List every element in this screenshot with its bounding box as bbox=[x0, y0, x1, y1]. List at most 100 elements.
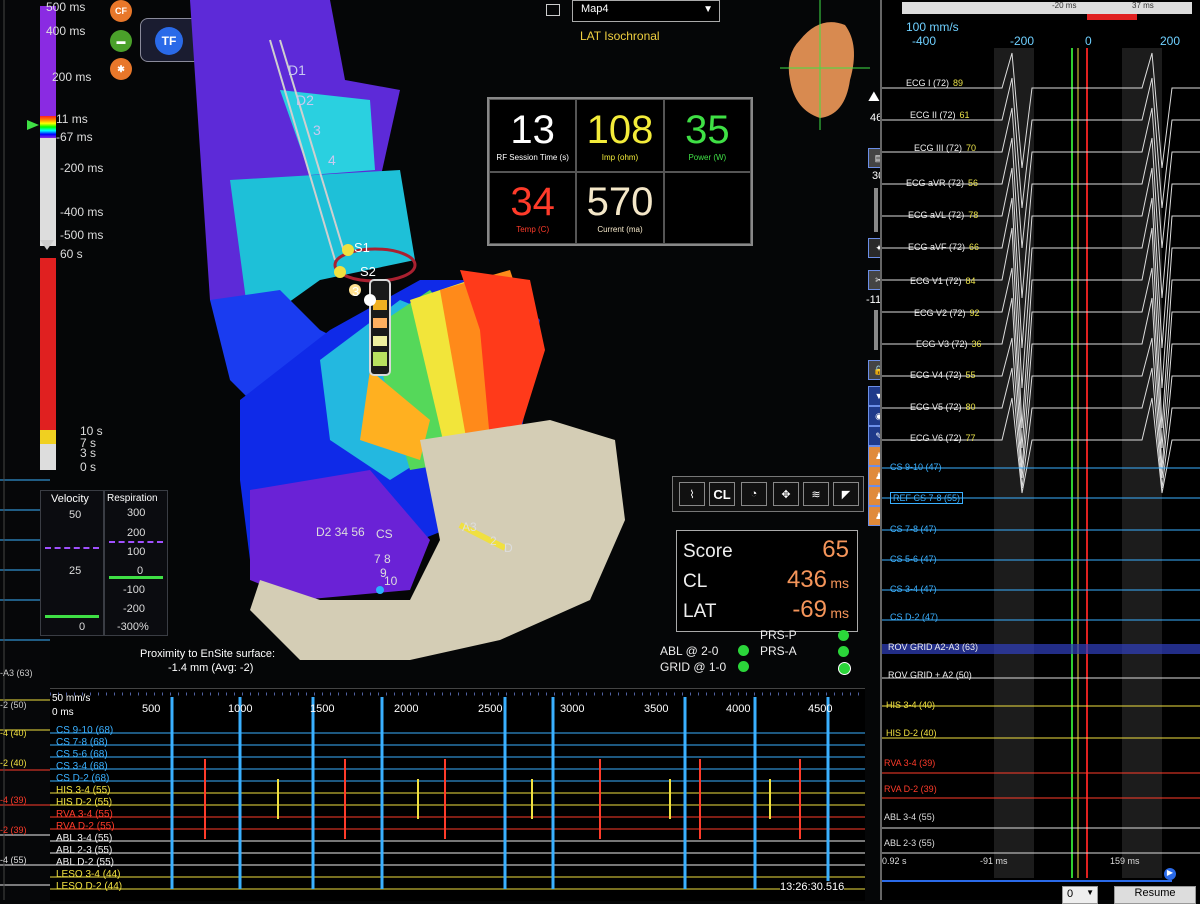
right-channel: CS 9-10 (47) bbox=[890, 462, 942, 472]
strip-zero: 0 ms bbox=[52, 707, 74, 718]
score-panel: Score 65 CL 436 ms LAT -69 ms bbox=[676, 530, 858, 632]
strip-tick: 4000 bbox=[726, 703, 751, 715]
velocity-title: Velocity bbox=[51, 493, 89, 505]
right-tick: 0 bbox=[1085, 34, 1092, 48]
strip-channel: CS 7-8 (68) bbox=[56, 737, 108, 748]
resp-tick: 100 bbox=[127, 546, 146, 558]
marker-label: -20 ms bbox=[1052, 1, 1077, 10]
strip-channel: RVA D-2 (55) bbox=[56, 821, 115, 832]
zoom-slider[interactable] bbox=[874, 188, 878, 232]
map-select[interactable]: Map4 ▼ bbox=[572, 0, 720, 22]
resume-button[interactable]: Resume bbox=[1114, 886, 1196, 904]
right-egm-panel: -20 ms 37 ms 100 mm/s -400 -200 0 200 EC… bbox=[880, 0, 1200, 904]
map-label: D bbox=[504, 541, 513, 555]
rf-empty-cell bbox=[663, 171, 751, 244]
right-channel: ABL 3-4 (55) bbox=[884, 812, 935, 822]
waveform-icon[interactable]: ⌇ bbox=[679, 482, 705, 506]
interval-2: 159 ms bbox=[1110, 856, 1140, 866]
far-left-label: -4 (39) bbox=[0, 795, 27, 805]
strip-channel: LESO D-2 (44) bbox=[56, 881, 123, 892]
score-value: 65 bbox=[822, 536, 849, 563]
scale-tick: 200 ms bbox=[52, 70, 92, 84]
far-left-label: -2 (39) bbox=[0, 825, 27, 835]
cl-icon[interactable]: CL bbox=[709, 482, 735, 506]
right-channel: ABL 2-3 (55) bbox=[884, 838, 935, 848]
rf-current: 570 Current (ma) bbox=[576, 171, 664, 244]
cl-value: 436 bbox=[786, 566, 827, 593]
strip-channel: ABL 3-4 (55) bbox=[56, 833, 113, 844]
refresh-icon[interactable] bbox=[838, 662, 851, 675]
rf-temperature: 34 Temp (C) bbox=[489, 171, 577, 244]
resp-tick: 300 bbox=[127, 507, 146, 519]
score-label: Score bbox=[683, 541, 733, 562]
ecg-label: ECG V1 (72) 84 bbox=[910, 276, 976, 286]
ecg-label: ECG V6 (72) 77 bbox=[910, 433, 976, 443]
tool-grid-icon[interactable]: ▬ bbox=[110, 30, 132, 52]
scroll-track[interactable] bbox=[882, 872, 1172, 882]
prs-a-status: PRS-A bbox=[760, 644, 797, 658]
prs-a-dot bbox=[838, 646, 849, 657]
time-tick: 3 s bbox=[80, 446, 97, 460]
map-label: 3 bbox=[313, 122, 321, 138]
orientation-heart-icon[interactable] bbox=[780, 0, 870, 130]
proximity-value: -1.4 mm (Avg: -2) bbox=[168, 662, 254, 674]
gauge-icon[interactable]: ◔ bbox=[741, 482, 767, 506]
map-view-icon[interactable] bbox=[546, 4, 560, 16]
right-tick: -200 bbox=[1010, 34, 1035, 48]
signal-icon[interactable]: ≋ bbox=[803, 482, 829, 506]
respiration-title: Respiration bbox=[107, 493, 158, 504]
lat-value: -69 bbox=[792, 596, 827, 623]
right-tick: 200 bbox=[1160, 34, 1181, 48]
scale-tick: 11 ms bbox=[56, 112, 88, 126]
strip-tick: 4500 bbox=[808, 703, 833, 715]
resp-tick: -300% bbox=[117, 621, 149, 633]
cf-icon[interactable]: CF bbox=[110, 0, 132, 22]
move-icon[interactable]: ✥ bbox=[773, 482, 799, 506]
map-label-cs: CS bbox=[376, 527, 393, 541]
ecg-label: ECG II (72) 61 bbox=[910, 110, 970, 120]
strip-channel: HIS 3-4 (55) bbox=[56, 785, 111, 796]
respiration-panel: Respiration 300 200 100 0 -100 -200 -300… bbox=[104, 490, 168, 636]
scale-tick: -200 ms bbox=[60, 161, 104, 175]
tool-catheter-icon[interactable]: ✱ bbox=[110, 58, 132, 80]
velocity-tick: 50 bbox=[69, 509, 82, 521]
far-left-label: -A3 (63) bbox=[0, 668, 33, 678]
right-channel: ROV GRID A2-A3 (63) bbox=[888, 642, 979, 652]
play-icon[interactable]: ▶ bbox=[1164, 868, 1176, 880]
ecg-label: ECG III (72) 70 bbox=[914, 143, 977, 153]
map-label: 4 bbox=[328, 152, 336, 168]
velocity-panel: Velocity 50 25 0 bbox=[40, 490, 104, 636]
gain-slider[interactable] bbox=[874, 310, 878, 350]
time-scale bbox=[40, 258, 56, 470]
time-tick: 0 s bbox=[80, 460, 97, 474]
ecg-label: ECG I (72) 89 bbox=[906, 78, 964, 88]
map-label: S1 bbox=[354, 240, 370, 255]
map-label: D2 34 56 bbox=[316, 525, 365, 539]
rf-impedance: 108 Imp (ohm) bbox=[576, 99, 664, 172]
far-left-label: -4 (40) bbox=[0, 728, 27, 738]
marker-range[interactable] bbox=[1087, 14, 1137, 20]
right-channel: HIS D-2 (40) bbox=[886, 728, 937, 738]
time-tick: 60 s bbox=[60, 247, 83, 261]
strip-channel: ABL 2-3 (55) bbox=[56, 845, 113, 856]
egm-strip: 50 mm/s 0 ms 500 1000 1500 2000 2500 300… bbox=[50, 688, 865, 901]
ecg-label: ECG aVL (72) 78 bbox=[908, 210, 979, 220]
egm-traces bbox=[50, 692, 865, 890]
velocity-tick: 0 bbox=[79, 621, 86, 633]
strip-tick: 500 bbox=[142, 703, 161, 715]
right-channel-ref[interactable]: REF CS 7-8 (55) bbox=[890, 492, 964, 504]
marker-label: 37 ms bbox=[1132, 1, 1154, 10]
scale-tick: -400 ms bbox=[60, 205, 104, 219]
map-label: D2 bbox=[296, 92, 314, 108]
right-speed: 100 mm/s bbox=[906, 20, 959, 34]
far-left-label: -2 (50) bbox=[0, 700, 27, 710]
cl-label: CL bbox=[683, 571, 708, 592]
catheter-icon[interactable]: ◤ bbox=[833, 482, 859, 506]
scale-tick: 400 ms bbox=[46, 24, 86, 38]
offset-select[interactable]: 0 ▼ bbox=[1062, 886, 1098, 904]
strip-speed: 50 mm/s bbox=[52, 693, 91, 704]
map-select-value: Map4 bbox=[581, 3, 609, 15]
strip-tick: 2000 bbox=[394, 703, 419, 715]
mountain-icon[interactable]: ⛰ bbox=[868, 88, 880, 105]
ecg-label: ECG V3 (72) 36 bbox=[916, 339, 982, 349]
